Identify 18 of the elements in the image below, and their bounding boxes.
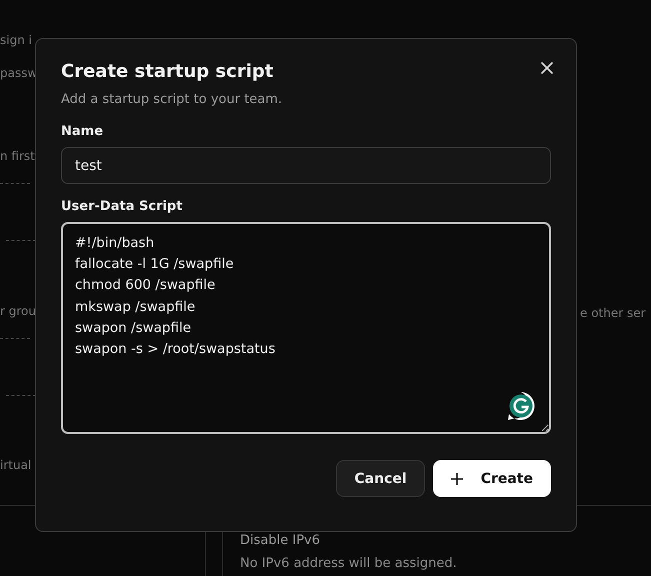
- script-field[interactable]: #!/bin/bash fallocate -l 1G /swapfile chmod 600 /swapfile mkswap /swapfile swapon /swapfile swapon -s > /root/swapstatus: [61, 222, 551, 434]
- field-label: Name: [61, 124, 104, 139]
- background-text: e other ser: [580, 305, 646, 322]
- dialog-title: Create startup script: [61, 61, 274, 82]
- background-text: n first: [0, 148, 35, 165]
- background-text: r grou: [0, 303, 36, 320]
- plus-icon: [450, 472, 463, 484]
- field-label: User-Data Script: [61, 199, 184, 214]
- cancel-button[interactable]: Cancel: [336, 460, 425, 497]
- g-logo-icon[interactable]: [506, 391, 536, 421]
- dialog-subtitle: Add a startup script to your team.: [61, 92, 284, 107]
- name-field[interactable]: test: [61, 147, 551, 184]
- section-description: No IPv6 address will be assigned.: [240, 556, 457, 571]
- section-title: Disable IPv6: [240, 534, 321, 548]
- close-icon[interactable]: [541, 62, 553, 74]
- background-text: sign i: [0, 32, 32, 49]
- create-button[interactable]: Create: [432, 460, 551, 497]
- background-text: irtual: [0, 457, 32, 474]
